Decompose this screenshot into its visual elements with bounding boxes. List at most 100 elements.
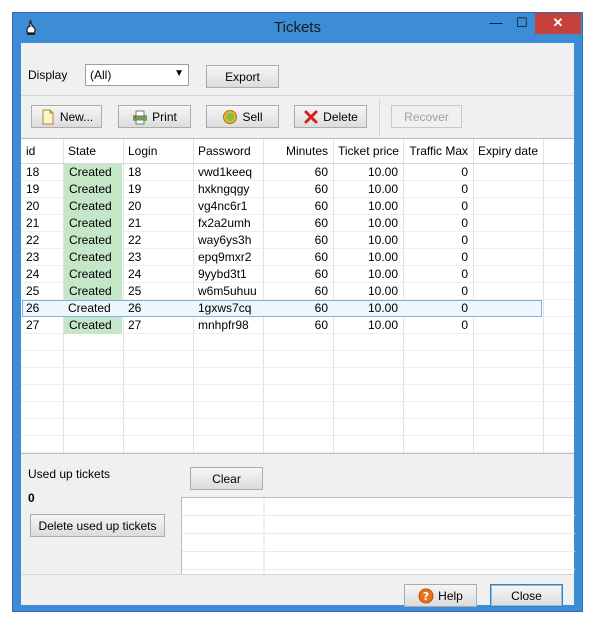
divider	[21, 95, 574, 96]
maximize-button[interactable]: ☐	[509, 13, 535, 34]
table-cell: 27	[26, 318, 40, 332]
column-header[interactable]: Login	[123, 139, 193, 164]
table-cell: 19	[26, 182, 40, 196]
table-cell: epq9mxr2	[198, 250, 252, 264]
table-cell: 0	[461, 301, 468, 315]
table-cell: 21	[26, 216, 40, 230]
table-cell: 60	[314, 233, 328, 247]
display-select[interactable]: (All) ▼	[85, 64, 189, 86]
table-cell: 18	[128, 165, 142, 179]
table-cell: 20	[128, 199, 142, 213]
table-cell: 20	[26, 199, 40, 213]
column-header[interactable]: Ticket price	[333, 139, 403, 164]
table-cell: Created	[64, 232, 122, 249]
delete-used-up-button[interactable]: Delete used up tickets	[30, 514, 165, 537]
table-cell: vg4nc6r1	[198, 199, 248, 213]
table-cell: 60	[314, 165, 328, 179]
close-window-button[interactable]: ✕	[535, 13, 581, 34]
column-header[interactable]: Password	[193, 139, 263, 164]
table-cell: 0	[461, 233, 468, 247]
table-cell: 10.00	[367, 318, 398, 332]
table-cell: 0	[461, 165, 468, 179]
table-cell: 10.00	[367, 182, 398, 196]
table-cell	[473, 232, 543, 249]
minimize-button[interactable]: —	[483, 13, 509, 34]
table-cell: vwd1keeq	[198, 165, 253, 179]
help-question-icon: ?	[418, 588, 434, 604]
table-cell: 0	[461, 250, 468, 264]
table-cell: Created	[64, 215, 122, 232]
column-header[interactable]: Traffic Max	[403, 139, 473, 164]
table-cell	[473, 266, 543, 283]
close-button[interactable]: Close	[490, 584, 563, 607]
delete-button[interactable]: Delete	[294, 105, 367, 128]
table-cell: 25	[26, 284, 40, 298]
new-button-label: New...	[59, 109, 94, 124]
table-cell	[473, 300, 543, 317]
delete-x-icon	[303, 109, 319, 125]
table-cell: 0	[461, 267, 468, 281]
table-cell: fx2a2umh	[198, 216, 251, 230]
display-select-value: (All)	[90, 68, 112, 82]
table-cell	[473, 181, 543, 198]
export-button[interactable]: Export	[206, 65, 279, 88]
delete-used-up-label: Delete used up tickets	[38, 518, 157, 533]
column-header[interactable]: id	[21, 139, 63, 164]
recover-button-label: Recover	[404, 109, 449, 124]
used-up-panel: Used up tickets 0 Delete used up tickets	[21, 454, 181, 574]
print-button[interactable]: Print	[118, 105, 191, 128]
table-cell: 24	[128, 267, 142, 281]
coin-icon	[222, 109, 238, 125]
table-cell: hxkngqgy	[198, 182, 250, 196]
table-cell: 22	[26, 233, 40, 247]
recover-button[interactable]: Recover	[391, 105, 462, 128]
toolbar-separator	[379, 98, 380, 136]
used-up-table[interactable]	[181, 497, 575, 575]
new-ticket-button[interactable]: New...	[31, 105, 102, 128]
table-cell: 0	[461, 182, 468, 196]
table-cell: 10.00	[367, 216, 398, 230]
sell-button[interactable]: Sell	[206, 105, 279, 128]
clear-button-label: Clear	[212, 471, 241, 486]
display-label: Display	[28, 68, 68, 82]
column-header[interactable]: State	[63, 139, 123, 164]
table-cell: Created	[64, 283, 122, 300]
table-cell: 0	[461, 216, 468, 230]
tickets-window: Tickets — ☐ ✕ Display (All) ▼ Export New…	[12, 12, 583, 612]
table-cell: 60	[314, 301, 328, 315]
export-button-label: Export	[225, 69, 260, 84]
used-up-label: Used up tickets	[28, 467, 111, 481]
used-up-count: 0	[28, 491, 35, 505]
table-cell: 23	[26, 250, 40, 264]
tickets-table[interactable]: id State Login Password Minutes Ticket price T…	[21, 138, 574, 454]
table-cell: 10.00	[367, 284, 398, 298]
table-cell: Created	[64, 317, 122, 334]
table-cell: 0	[461, 199, 468, 213]
table-cell: Created	[64, 198, 122, 215]
column-header[interactable]: Expiry date	[473, 139, 543, 164]
table-cell: 0	[461, 318, 468, 332]
table-cell: 24	[26, 267, 40, 281]
help-button[interactable]: ? Help	[404, 584, 477, 607]
column-header[interactable]: Minutes	[263, 139, 333, 164]
table-cell: 21	[128, 216, 142, 230]
table-cell: 10.00	[367, 301, 398, 315]
help-button-label: Help	[438, 588, 463, 603]
table-cell: 26	[26, 301, 40, 315]
table-cell: 1gxws7cq	[198, 301, 252, 315]
table-cell: 60	[314, 216, 328, 230]
table-cell	[473, 283, 543, 300]
table-cell: 60	[314, 267, 328, 281]
close-button-label: Close	[511, 588, 542, 603]
table-cell: 60	[314, 250, 328, 264]
clear-button[interactable]: Clear	[190, 467, 263, 490]
sell-button-label: Sell	[242, 109, 263, 124]
title-bar[interactable]: Tickets — ☐ ✕	[13, 13, 582, 43]
table-cell: 9yybd3t1	[198, 267, 247, 281]
delete-button-label: Delete	[323, 109, 358, 124]
table-cell: 10.00	[367, 199, 398, 213]
table-cell	[473, 198, 543, 215]
table-cell: 22	[128, 233, 142, 247]
table-cell: Created	[68, 301, 111, 315]
table-cell	[473, 317, 543, 334]
